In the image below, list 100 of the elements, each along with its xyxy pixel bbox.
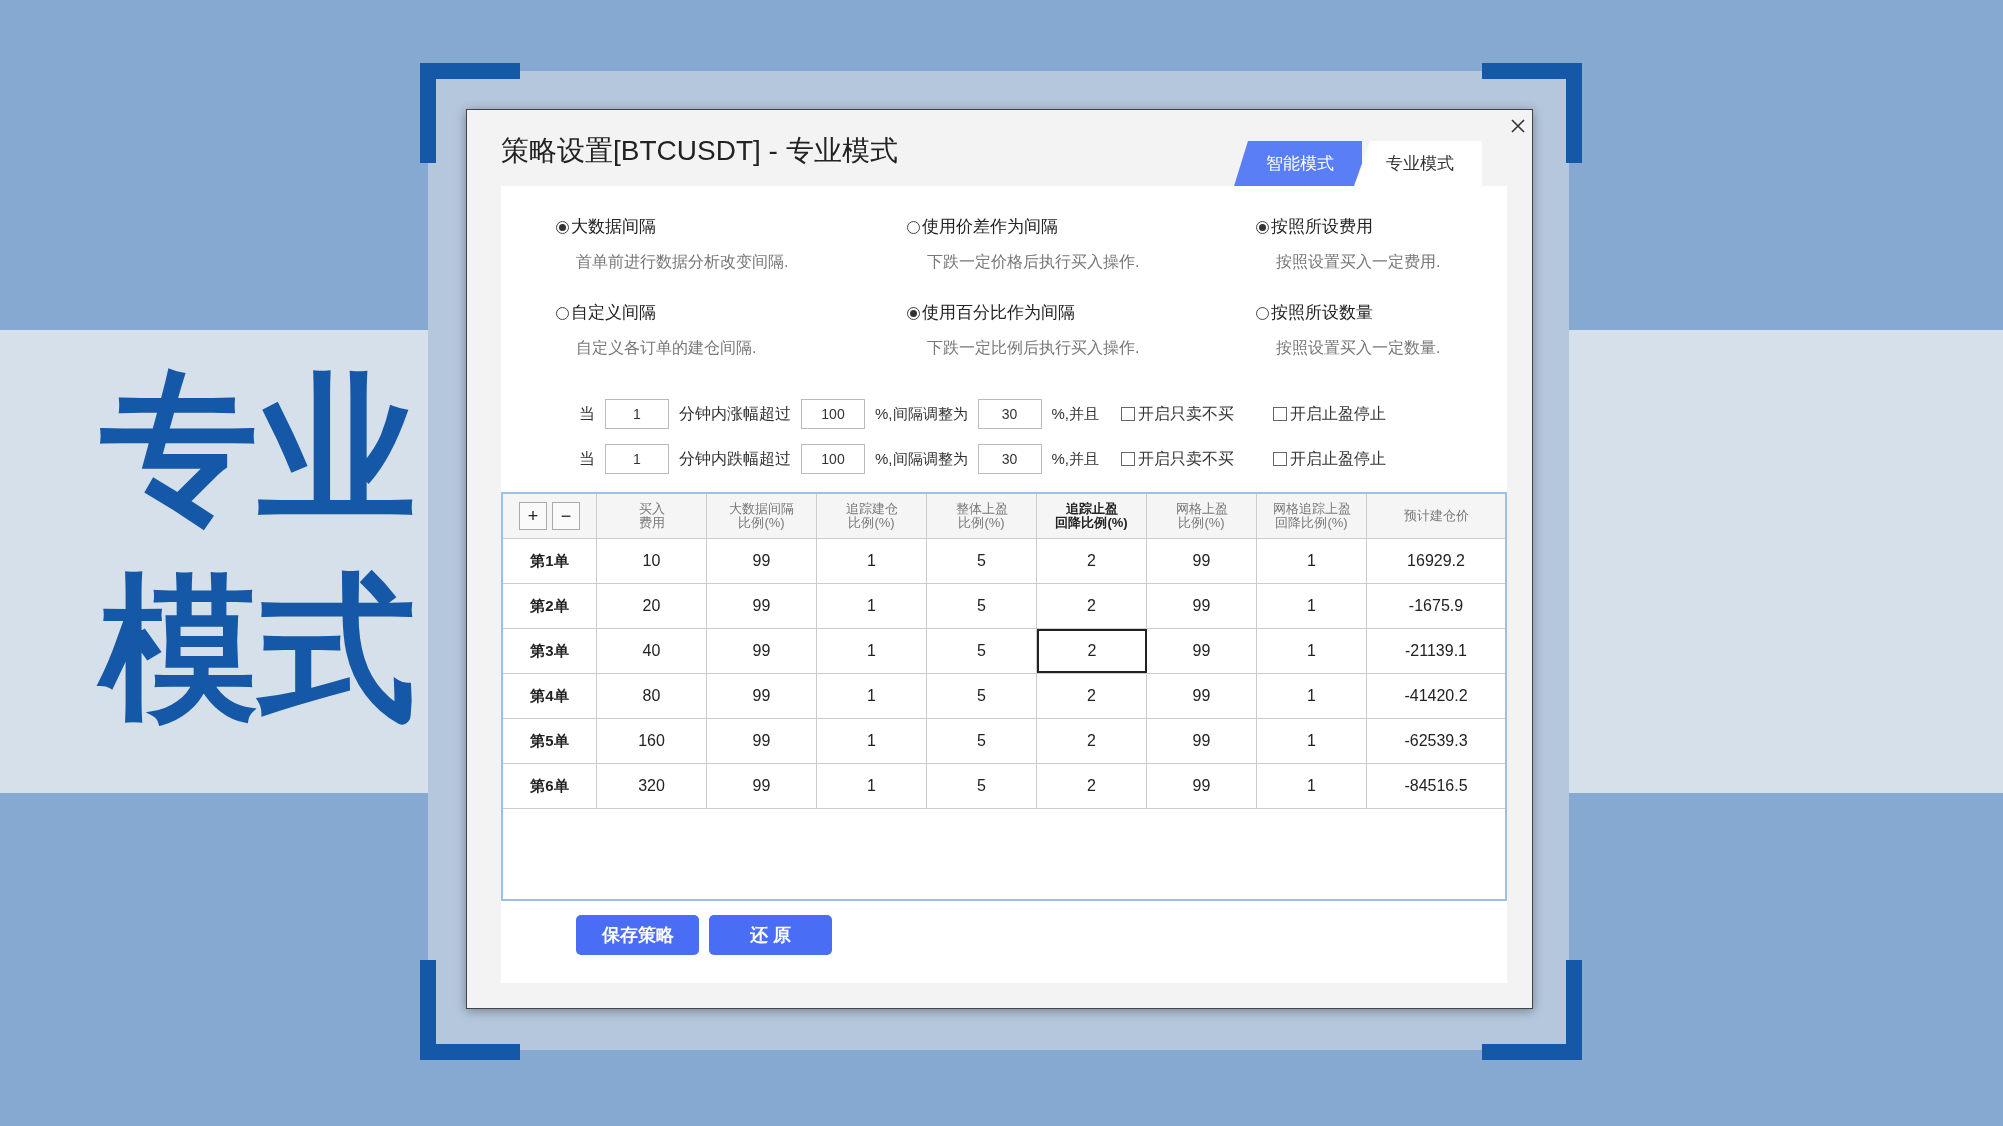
column-header: 比例(%)	[958, 516, 1005, 530]
slide-title: 专业	[100, 359, 416, 538]
rule-label: %,并且	[1051, 449, 1100, 469]
option-description: 首单前进行数据分析改变间隔.	[576, 252, 790, 272]
table-cell[interactable]: 99	[707, 584, 817, 628]
table-cell[interactable]: 1	[1257, 539, 1367, 583]
rule-label: 当	[579, 403, 595, 424]
radio-option[interactable]: 使用百分比作为间隔	[907, 302, 1256, 324]
radio-option[interactable]: 自定义间隔	[556, 302, 907, 324]
table-cell[interactable]: 160	[597, 719, 707, 763]
table-cell[interactable]: 99	[707, 674, 817, 718]
table-cell[interactable]: 99	[707, 764, 817, 808]
column-header: 网格上盈	[1175, 502, 1228, 516]
row-label: 第6单	[503, 764, 597, 808]
table-cell[interactable]: -62539.3	[1367, 719, 1505, 763]
table-cell[interactable]: 5	[927, 584, 1037, 628]
minutes-field[interactable]: 1	[605, 444, 669, 474]
table-cell[interactable]: 2	[1037, 719, 1147, 763]
table-cell[interactable]: -21139.1	[1367, 629, 1505, 673]
interval-field[interactable]: 30	[977, 444, 1042, 474]
table-cell[interactable]: -41420.2	[1367, 674, 1505, 718]
column-header: 比例(%)	[1178, 516, 1225, 530]
table-cell[interactable]: 5	[927, 629, 1037, 673]
table-cell[interactable]: 2	[1037, 674, 1147, 718]
table-cell[interactable]: 1	[817, 674, 927, 718]
mode-tab[interactable]: 智能模式	[1234, 141, 1362, 186]
table-cell[interactable]: 1	[1257, 584, 1367, 628]
table-cell[interactable]: 99	[1147, 719, 1257, 763]
table-cell[interactable]: 99	[1147, 584, 1257, 628]
threshold-field[interactable]: 100	[801, 399, 865, 429]
table-cell[interactable]: 20	[597, 584, 707, 628]
radio-option[interactable]: 使用价差作为间隔	[907, 216, 1256, 238]
checkbox[interactable]	[1273, 452, 1288, 466]
table-cell[interactable]: 99	[1147, 764, 1257, 808]
remove-row-button[interactable]: −	[552, 502, 580, 530]
radio-option[interactable]: 按照所设数量	[1256, 302, 1507, 324]
table-cell[interactable]: 5	[927, 764, 1037, 808]
save-button[interactable]: 保存策略	[576, 915, 699, 955]
table-cell[interactable]: 10	[597, 539, 707, 583]
table-cell[interactable]: -84516.5	[1367, 764, 1505, 808]
close-icon[interactable]	[1510, 118, 1526, 134]
table-cell[interactable]: 2	[1037, 539, 1147, 583]
column-header: 费用	[638, 516, 665, 530]
column-header: 回降比例(%)	[1275, 516, 1348, 530]
column-header: 网格追踪上盈	[1272, 502, 1351, 516]
table-cell[interactable]: 2	[1037, 584, 1147, 628]
rule-label: 分钟内跌幅超过	[679, 448, 791, 469]
table-cell[interactable]: 1	[817, 584, 927, 628]
checkbox[interactable]	[1121, 452, 1136, 466]
checkbox[interactable]	[1273, 407, 1288, 421]
mode-tab[interactable]: 专业模式	[1354, 141, 1482, 186]
threshold-field[interactable]: 100	[801, 444, 865, 474]
table-cell[interactable]: 1	[817, 629, 927, 673]
option-description: 自定义各订单的建仓间隔.	[576, 338, 758, 358]
rule-label: 当	[579, 448, 595, 469]
table-cell[interactable]: 1	[817, 539, 927, 583]
table-cell[interactable]: 80	[597, 674, 707, 718]
checkbox-option[interactable]: 开启只卖不买	[1121, 403, 1272, 425]
table-cell[interactable]: 320	[597, 764, 707, 808]
table-cell[interactable]: 40	[597, 629, 707, 673]
table-cell[interactable]: 99	[1147, 674, 1257, 718]
table-cell[interactable]: 2	[1037, 764, 1147, 808]
row-label: 第3单	[503, 629, 597, 673]
table-cell[interactable]: -1675.9	[1367, 584, 1505, 628]
column-header: 回降比例(%)	[1055, 516, 1128, 530]
table-cell[interactable]: 1	[1257, 629, 1367, 673]
minutes-field[interactable]: 1	[605, 399, 669, 429]
table-cell[interactable]: 5	[927, 674, 1037, 718]
table-cell[interactable]: 1	[817, 764, 927, 808]
row-label: 第1单	[503, 539, 597, 583]
table-cell[interactable]: 99	[1147, 539, 1257, 583]
radio-option[interactable]: 按照所设费用	[1256, 216, 1507, 238]
table-cell[interactable]: 2	[1037, 629, 1147, 673]
checkbox-option[interactable]: 开启止盈停止	[1273, 448, 1424, 470]
column-header: 买入	[638, 502, 665, 516]
column-header: 比例(%)	[848, 516, 895, 530]
table-cell[interactable]: 5	[927, 539, 1037, 583]
column-header: 追踪建仓	[845, 502, 898, 516]
table-cell[interactable]: 1	[1257, 764, 1367, 808]
radio-option[interactable]: 大数据间隔	[556, 216, 907, 238]
checkbox[interactable]	[1121, 407, 1136, 421]
add-row-button[interactable]: +	[519, 502, 547, 530]
row-label: 第5单	[503, 719, 597, 763]
reset-button[interactable]: 还 原	[709, 915, 832, 955]
row-label: 第4单	[503, 674, 597, 718]
table-cell[interactable]: 1	[1257, 674, 1367, 718]
checkbox-option[interactable]: 开启止盈停止	[1273, 403, 1424, 425]
checkbox-option[interactable]: 开启只卖不买	[1121, 448, 1272, 470]
option-description: 按照设置买入一定数量.	[1276, 338, 1442, 358]
table-cell[interactable]: 99	[707, 629, 817, 673]
table-cell[interactable]: 5	[927, 719, 1037, 763]
rule-label: %,并且	[1051, 404, 1100, 424]
interval-field[interactable]: 30	[977, 399, 1042, 429]
table-cell[interactable]: 99	[707, 719, 817, 763]
table-cell[interactable]: 16929.2	[1367, 539, 1505, 583]
table-cell[interactable]: 99	[707, 539, 817, 583]
table-cell[interactable]: 99	[1147, 629, 1257, 673]
table-cell[interactable]: 1	[1257, 719, 1367, 763]
table-cell[interactable]: 1	[817, 719, 927, 763]
dialog-title: 策略设置[BTCUSDT] - 专业模式	[501, 134, 898, 168]
